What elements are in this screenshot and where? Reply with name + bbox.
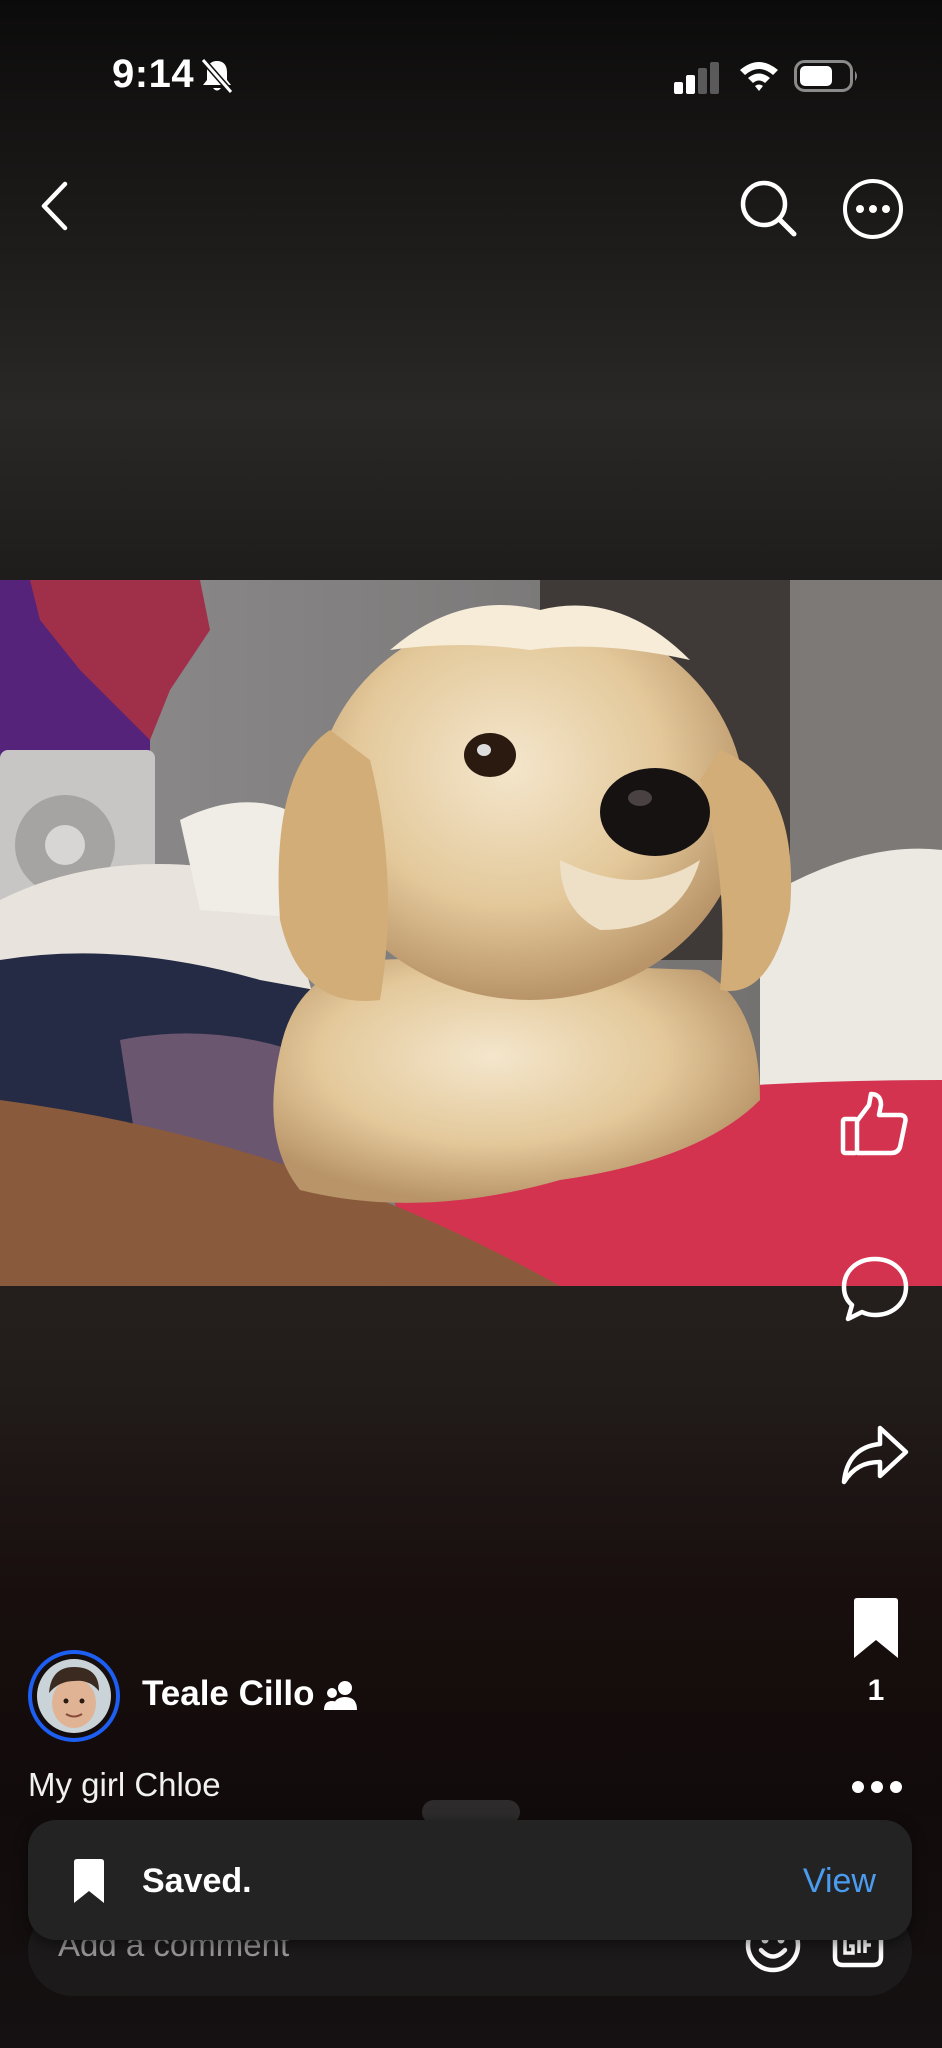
share-icon — [841, 1425, 909, 1485]
post-photo[interactable] — [0, 580, 942, 1286]
like-button[interactable] — [838, 1090, 912, 1160]
avatar[interactable] — [28, 1650, 120, 1742]
saved-toast: Saved. View — [28, 1820, 912, 1940]
battery-icon — [794, 60, 857, 92]
back-button[interactable] — [30, 176, 80, 236]
cellular-signal-icon — [674, 62, 719, 94]
more-horizontal-icon — [852, 1781, 902, 1793]
search-icon — [740, 180, 797, 237]
post-more-button[interactable] — [848, 1772, 906, 1802]
bell-slash-icon — [200, 58, 234, 94]
search-button[interactable] — [736, 176, 800, 240]
wifi-icon — [740, 62, 778, 91]
comment-button[interactable] — [838, 1254, 912, 1324]
save-count: 1 — [867, 1674, 885, 1707]
more-options-button[interactable] — [840, 176, 906, 242]
more-horizontal-circle-icon — [843, 179, 903, 239]
bookmark-icon — [854, 1598, 898, 1658]
status-time: 9:14 — [112, 52, 195, 96]
friends-icon — [324, 1681, 357, 1710]
share-button[interactable] — [838, 1422, 912, 1488]
toast-view-link[interactable]: View — [803, 1862, 876, 1901]
toast-message: Saved. — [142, 1862, 252, 1900]
status-bar: 9:14 — [0, 0, 942, 150]
chevron-left-icon — [41, 181, 68, 231]
post-caption: My girl Chloe — [28, 1766, 221, 1803]
thumbs-up-icon — [840, 1091, 908, 1156]
comment-icon — [841, 1256, 909, 1322]
bookmark-icon — [74, 1859, 104, 1903]
author-name[interactable]: Teale Cillo — [142, 1674, 314, 1714]
save-button[interactable] — [846, 1592, 906, 1664]
